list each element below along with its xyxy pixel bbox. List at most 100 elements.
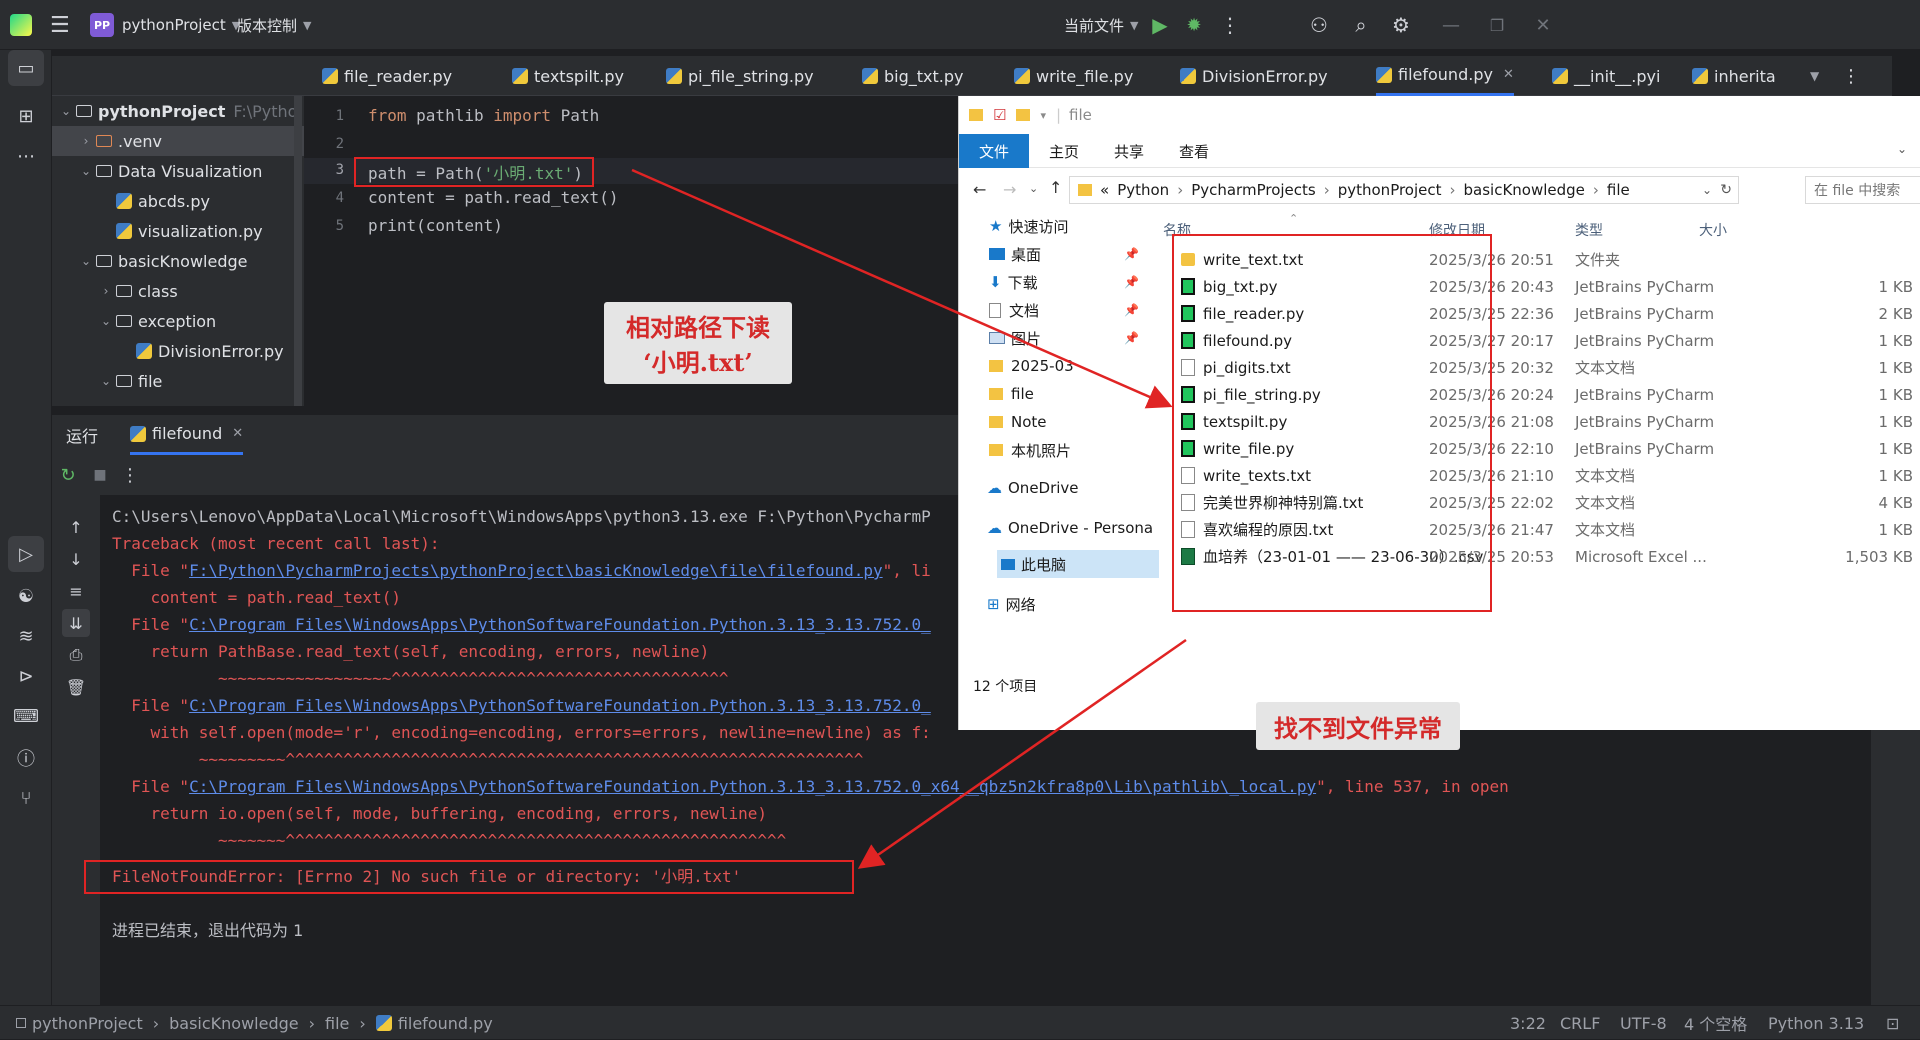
tree-item-data-visualization[interactable]: ⌄ Data Visualization — [52, 156, 262, 186]
tab-divisionerror[interactable]: DivisionError.py — [1180, 56, 1328, 96]
recent-locations-icon[interactable]: ⌄ — [1029, 182, 1038, 195]
debug-icon[interactable]: ✹ — [1184, 0, 1204, 50]
run-icon[interactable]: ▶ — [1150, 0, 1170, 50]
restore-icon[interactable]: ❐ — [1484, 0, 1510, 50]
qat-chevron-icon[interactable]: ▾ — [1040, 109, 1046, 122]
status-line-separator[interactable]: CRLF — [1560, 1006, 1600, 1040]
status-interpreter[interactable]: Python 3.13 — [1768, 1006, 1864, 1040]
tab-inherita[interactable]: inherita — [1692, 56, 1776, 96]
nav-file[interactable]: file — [989, 380, 1034, 408]
nav-this-pc[interactable]: 此电脑 — [997, 550, 1159, 578]
close-tab-icon[interactable]: ✕ — [232, 426, 243, 441]
tree-item-venv[interactable]: › .venv — [52, 126, 304, 156]
layers-icon[interactable]: ≋ — [8, 618, 44, 654]
breadcrumb-item[interactable]: file — [1607, 181, 1630, 199]
explorer-search-input[interactable]: 在 file 中搜索 — [1805, 176, 1920, 204]
tree-scrollbar[interactable] — [294, 96, 302, 406]
up-icon[interactable]: ↑ — [1049, 178, 1062, 197]
tabs-more-icon[interactable]: ⋮ — [1842, 56, 1860, 96]
breadcrumb-item[interactable]: Python — [1117, 181, 1169, 199]
tab-file-reader[interactable]: file_reader.py — [322, 56, 452, 96]
console-file-link[interactable]: C:\Program Files\WindowsApps\PythonSoftw… — [189, 777, 1316, 796]
more-icon[interactable]: ⋮ — [118, 463, 142, 487]
tree-root[interactable]: ⌄ pythonProject F:\Pytho — [52, 96, 297, 126]
tree-item-exception[interactable]: ⌄ exception — [52, 306, 216, 336]
terminal-icon[interactable]: ⌨ — [8, 698, 44, 734]
nav-downloads[interactable]: ⬇ 下载 📌 — [989, 268, 1139, 296]
chevron-down-icon[interactable]: ⌄ — [1702, 183, 1712, 197]
close-icon[interactable]: ✕ — [1530, 0, 1556, 50]
nav-quick-access[interactable]: ★ 快速访问 — [989, 212, 1068, 240]
tree-item-visualization[interactable]: visualization.py — [52, 216, 263, 246]
refresh-icon[interactable]: ↻ — [1720, 182, 1732, 198]
ribbon-tab-file[interactable]: 文件 — [959, 134, 1029, 168]
soft-wrap-icon[interactable]: ≡ — [62, 577, 90, 605]
new-folder-icon[interactable] — [1016, 109, 1031, 121]
structure-tool-icon[interactable]: ⊞ — [8, 98, 44, 134]
trash-icon[interactable]: 🗑 — [62, 673, 90, 701]
rerun-icon[interactable]: ↻ — [56, 463, 80, 487]
tree-item-class[interactable]: › class — [52, 276, 178, 306]
status-caret-position[interactable]: 3:22 — [1510, 1006, 1546, 1040]
breadcrumb-overflow[interactable]: « — [1100, 181, 1109, 199]
breadcrumb-item[interactable]: basicKnowledge — [1464, 181, 1585, 199]
breadcrumb-item[interactable]: pythonProject — [1338, 181, 1442, 199]
status-crumb[interactable]: filefound.py — [398, 1014, 493, 1033]
tabs-overflow-chevron-icon[interactable]: ▼ — [1810, 56, 1819, 96]
tab-write-file[interactable]: write_file.py — [1014, 56, 1133, 96]
nav-local-photos[interactable]: 本机照片 — [989, 436, 1071, 464]
console-file-link[interactable]: C:\Program Files\WindowsApps\PythonSoftw… — [189, 696, 931, 715]
gear-icon[interactable]: ⚙ — [1388, 0, 1414, 50]
run-tool-icon[interactable]: ▷ — [8, 536, 44, 572]
nav-desktop[interactable]: 桌面 📌 — [989, 240, 1139, 268]
nav-network[interactable]: ⊞ 网络 — [987, 590, 1036, 618]
tree-item-abcds[interactable]: abcds.py — [52, 186, 210, 216]
column-header-size[interactable]: 大小 — [1699, 220, 1727, 240]
nav-onedrive-personal[interactable]: ☁ OneDrive - Persona — [987, 514, 1153, 542]
console-file-link[interactable]: F:\Python\PycharmProjects\pythonProject\… — [189, 561, 883, 580]
nav-documents[interactable]: 文档 📌 — [989, 296, 1139, 324]
problems-icon[interactable]: ⓘ — [8, 740, 44, 776]
status-crumb[interactable]: file — [325, 1014, 349, 1033]
status-crumb[interactable]: pythonProject — [32, 1014, 143, 1033]
ribbon-tab-share[interactable]: 共享 — [1099, 134, 1159, 168]
close-tab-icon[interactable]: ✕ — [1503, 67, 1514, 82]
back-icon[interactable]: ← — [973, 180, 986, 199]
tree-item-file[interactable]: ⌄ file — [52, 366, 162, 396]
tab-pi-file-string[interactable]: pi_file_string.py — [666, 56, 814, 96]
ribbon-tab-home[interactable]: 主页 — [1029, 134, 1099, 168]
git-icon[interactable]: ⑂ — [8, 780, 44, 816]
tab-textspilt[interactable]: textspilt.py — [512, 56, 624, 96]
scroll-to-end-icon[interactable]: ⇊ — [62, 609, 90, 637]
more-tools-icon[interactable]: ⋯ — [8, 138, 44, 174]
tab-big-txt[interactable]: big_txt.py — [862, 56, 963, 96]
python-console-icon[interactable]: ☯ — [8, 578, 44, 614]
more-icon[interactable]: ⋮ — [1220, 0, 1240, 50]
project-switcher[interactable]: PP pythonProject ▼ — [90, 0, 240, 50]
breadcrumb-item[interactable]: PycharmProjects — [1191, 181, 1316, 199]
status-indent[interactable]: 4 个空格 — [1684, 1006, 1747, 1040]
tree-item-divisionerror[interactable]: DivisionError.py — [52, 336, 284, 366]
chevron-down-icon[interactable]: ⌄ — [1897, 142, 1907, 156]
ribbon-tab-view[interactable]: 查看 — [1159, 134, 1229, 168]
pycharm-logo-icon[interactable] — [10, 0, 32, 50]
down-arrow-icon[interactable]: ↓ — [62, 545, 90, 573]
properties-icon[interactable]: ☑ — [993, 106, 1006, 124]
address-bar[interactable]: « Python › PycharmProjects › pythonProje… — [1069, 176, 1739, 204]
nav-pictures[interactable]: 图片 📌 — [989, 324, 1139, 352]
tab-filefound[interactable]: filefound.py ✕ — [1376, 56, 1514, 96]
lock-icon[interactable]: ⊡ — [1886, 1006, 1899, 1040]
up-arrow-icon[interactable]: ↑ — [62, 513, 90, 541]
services-icon[interactable]: ⊳ — [8, 658, 44, 694]
minimize-icon[interactable]: — — [1438, 0, 1464, 50]
main-menu-icon[interactable]: ☰ — [50, 0, 70, 50]
status-crumb[interactable]: basicKnowledge — [169, 1014, 299, 1033]
search-icon[interactable]: ⌕ — [1348, 0, 1374, 50]
stop-icon[interactable]: ■ — [88, 463, 112, 487]
status-encoding[interactable]: UTF-8 — [1620, 1006, 1667, 1040]
nav-2025-03[interactable]: 2025-03 — [989, 352, 1074, 380]
nav-onedrive[interactable]: ☁ OneDrive — [987, 474, 1079, 502]
column-header-type[interactable]: 类型 — [1575, 220, 1603, 240]
run-tab-filefound[interactable]: filefound ✕ — [130, 415, 244, 455]
tree-item-basicknowledge[interactable]: ⌄ basicKnowledge — [52, 246, 248, 276]
